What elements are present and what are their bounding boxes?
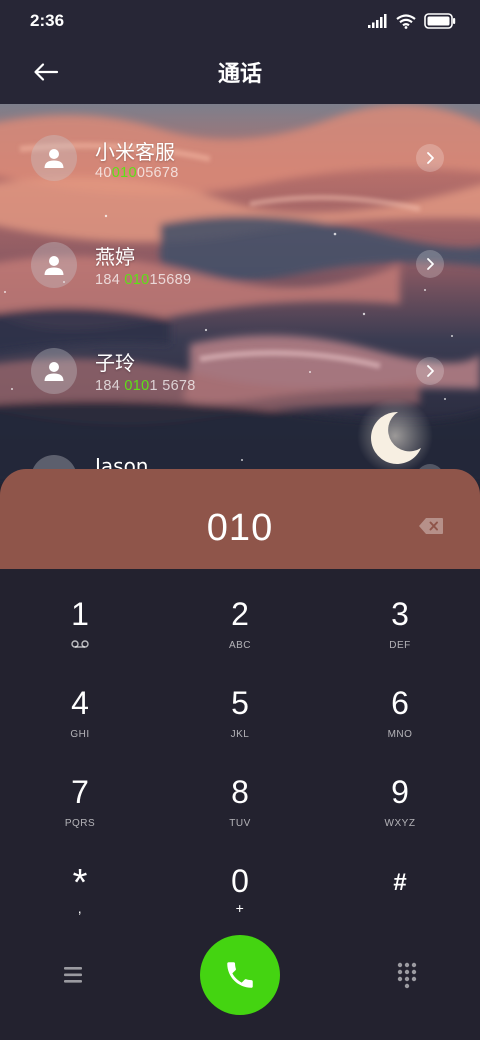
key-letters (0, 640, 160, 651)
app-bar: 通话 (0, 42, 480, 104)
battery-icon (424, 13, 456, 29)
contact-detail-button[interactable] (416, 250, 444, 278)
key-letters: TUV (229, 818, 251, 829)
key-digit: 3 (391, 596, 409, 632)
person-icon (44, 362, 64, 381)
keypad-toggle-button[interactable] (394, 961, 420, 989)
contact-detail-button[interactable] (416, 357, 444, 385)
key-2[interactable]: 2 ABC (160, 569, 320, 658)
key-6[interactable]: 6 MNO (320, 658, 480, 747)
number-display: 010 (0, 469, 480, 569)
status-time: 2:36 (30, 11, 65, 30)
key-letters: + (235, 900, 245, 916)
backspace-button[interactable] (418, 517, 444, 535)
contact-number: 184 01015689 (95, 272, 192, 288)
key-digit: 0 (231, 863, 249, 899)
key-digit: 9 (391, 774, 409, 810)
person-icon (44, 256, 64, 275)
contact-name: 子玲 (95, 351, 135, 375)
avatar (31, 135, 77, 181)
menu-icon (64, 967, 82, 983)
chevron-right-icon (427, 365, 434, 377)
key-letters: DEF (389, 640, 411, 651)
contact-number: 184 0101 5678 (95, 378, 196, 394)
call-button[interactable] (200, 935, 280, 1015)
signal-icon (368, 14, 387, 28)
contact-list: 小米客服 4001005678 燕婷 184 01015689 子玲 184 0… (0, 104, 480, 474)
page-title: 通话 (217, 62, 262, 87)
key-4[interactable]: 4 GHI (0, 658, 160, 747)
chevron-right-icon (427, 152, 434, 164)
voicemail-icon (71, 640, 89, 648)
key-digit: # (393, 869, 407, 896)
key-digit: * (72, 862, 88, 904)
key-digit: 2 (231, 596, 249, 632)
contact-detail-button[interactable] (416, 144, 444, 172)
contact-name: 燕婷 (95, 245, 135, 269)
key-letters: MNO (387, 729, 413, 740)
key-digit: 1 (71, 596, 89, 632)
contact-number: 4001005678 (95, 165, 179, 181)
backspace-icon (419, 518, 443, 534)
key-star[interactable]: * , (0, 836, 160, 925)
key-3[interactable]: 3 DEF (320, 569, 480, 658)
key-digit: 6 (391, 685, 409, 721)
key-letters: , (77, 900, 83, 916)
key-8[interactable]: 8 TUV (160, 747, 320, 836)
wifi-icon (396, 13, 416, 29)
key-letters: ABC (228, 640, 252, 651)
key-7[interactable]: 7 PQRS (0, 747, 160, 836)
key-digit: 5 (231, 685, 249, 721)
contact-item[interactable]: 子玲 184 0101 5678 (0, 318, 480, 418)
key-0[interactable]: 0 + (160, 836, 320, 925)
dialed-number: 010 (206, 507, 274, 549)
chevron-right-icon (427, 258, 434, 270)
key-digit: 4 (71, 685, 89, 721)
status-icons (368, 12, 456, 30)
dialpad-icon (397, 962, 417, 989)
key-hash[interactable]: # (320, 836, 480, 925)
contact-item[interactable]: 燕婷 184 01015689 (0, 211, 480, 311)
key-letters: GHI (70, 729, 90, 740)
key-letters: WXYZ (384, 818, 416, 829)
contact-name: 小米客服 (95, 140, 175, 164)
status-bar: 2:36 (0, 0, 480, 42)
menu-button[interactable] (60, 963, 86, 987)
key-5[interactable]: 5 JKL (160, 658, 320, 747)
contact-item[interactable]: Jason (0, 424, 480, 474)
key-digit: 8 (231, 774, 249, 810)
person-icon (44, 149, 64, 168)
key-digit: 7 (71, 774, 89, 810)
contact-item[interactable]: 小米客服 4001005678 (0, 104, 480, 204)
key-1[interactable]: 1 (0, 569, 160, 658)
avatar (31, 348, 77, 394)
keypad: 1 2 ABC 3 DEF 4 GHI 5 JKL 6 MNO 7 PQRS 8… (0, 569, 480, 925)
key-9[interactable]: 9 WXYZ (320, 747, 480, 836)
phone-icon (227, 962, 253, 988)
bottom-bar (0, 925, 480, 1040)
key-letters: PQRS (64, 818, 96, 829)
avatar (31, 242, 77, 288)
key-letters: JKL (230, 729, 250, 740)
